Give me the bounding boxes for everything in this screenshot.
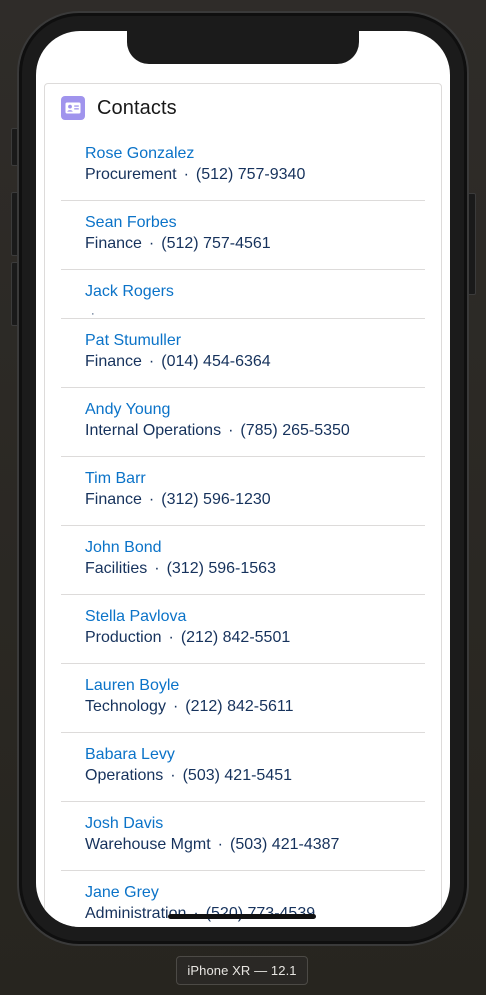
meta-separator: ·: [148, 235, 155, 252]
contact-meta: Operations · (503) 421-5451: [85, 765, 425, 787]
meta-separator: ·: [148, 353, 155, 370]
home-indicator[interactable]: [168, 914, 316, 919]
contact-meta: Finance · (512) 757-4561: [85, 233, 425, 255]
meta-separator: ·: [91, 308, 95, 320]
contact-phone: (312) 596-1230: [161, 491, 271, 508]
list-item[interactable]: Tim Barr Finance · (312) 596-1230: [61, 457, 425, 526]
contact-phone: (512) 757-9340: [195, 166, 306, 183]
contact-card-icon: [61, 96, 85, 120]
contact-meta: Procurement · (512) 757-9340: [85, 164, 425, 186]
phone-screen: Contacts Rose Gonzalez Procurement · (512) …: [36, 31, 450, 927]
contact-meta: Finance · (014) 454-6364: [85, 351, 425, 373]
list-item[interactable]: Lauren Boyle Technology · (212) 842-5611: [61, 664, 425, 733]
contact-list: Rose Gonzalez Procurement · (512) 757-9340 S…: [61, 132, 425, 927]
contact-meta: Finance · (312) 596-1230: [85, 489, 425, 511]
contact-phone: (785) 265-5350: [240, 422, 350, 439]
contact-phone: (312) 596-1563: [166, 560, 276, 577]
contact-phone: (503) 421-5451: [182, 767, 293, 784]
contact-department: Finance: [85, 353, 142, 370]
contact-phone: (212) 842-5501: [180, 629, 291, 646]
contact-phone: (014) 454-6364: [161, 353, 271, 370]
contact-name-link[interactable]: Jane Grey: [85, 883, 425, 903]
contact-department: Operations: [85, 767, 164, 784]
contact-name-link[interactable]: John Bond: [85, 538, 425, 558]
meta-separator: ·: [228, 422, 234, 439]
contact-name-link[interactable]: Sean Forbes: [85, 213, 425, 233]
simulator-stage: Contacts Rose Gonzalez Procurement · (512) …: [0, 0, 486, 995]
meta-separator: ·: [172, 698, 179, 715]
contact-department: Finance: [85, 491, 142, 508]
contact-meta: Production · (212) 842-5501: [85, 627, 425, 649]
list-item[interactable]: Stella Pavlova Production · (212) 842-5501: [61, 595, 425, 664]
meta-separator: ·: [154, 560, 160, 577]
list-item[interactable]: Rose Gonzalez Procurement · (512) 757-9340: [61, 132, 425, 201]
list-item[interactable]: Pat Stumuller Finance · (014) 454-6364: [61, 319, 425, 388]
meta-separator: ·: [217, 836, 223, 853]
contacts-card: Contacts Rose Gonzalez Procurement · (512) …: [44, 83, 442, 927]
card-header: Contacts: [45, 84, 441, 132]
contact-department: Production: [85, 629, 162, 646]
contact-name-link[interactable]: Stella Pavlova: [85, 607, 425, 627]
meta-separator: ·: [148, 491, 155, 508]
contact-name-link[interactable]: Andy Young: [85, 400, 425, 420]
contact-meta: Technology · (212) 842-5611: [85, 696, 425, 718]
contact-department: Procurement: [85, 166, 177, 183]
contact-name-link[interactable]: Babara Levy: [85, 745, 425, 765]
contact-meta: Facilities · (312) 596-1563: [85, 558, 425, 580]
card-title: Contacts: [97, 96, 177, 119]
list-item[interactable]: Josh Davis Warehouse Mgmt · (503) 421-4387: [61, 802, 425, 871]
contact-name-link[interactable]: Lauren Boyle: [85, 676, 425, 696]
list-item[interactable]: Babara Levy Operations · (503) 421-5451: [61, 733, 425, 802]
contact-name-link[interactable]: Josh Davis: [85, 814, 425, 834]
contact-name-link[interactable]: Jack Rogers: [85, 282, 425, 302]
device-label: iPhone XR — 12.1: [176, 956, 308, 985]
contact-meta: Warehouse Mgmt · (503) 421-4387: [85, 834, 425, 856]
meta-separator: ·: [168, 629, 174, 646]
list-item[interactable]: Sean Forbes Finance · (512) 757-4561: [61, 201, 425, 270]
list-item[interactable]: John Bond Facilities · (312) 596-1563: [61, 526, 425, 595]
contact-meta: Internal Operations · (785) 265-5350: [85, 420, 425, 442]
contact-department: Technology: [85, 698, 166, 715]
contact-phone: (503) 421-4387: [230, 836, 340, 853]
contact-department: Internal Operations: [85, 422, 222, 439]
contact-department: Warehouse Mgmt: [85, 836, 211, 853]
contact-phone: (212) 842-5611: [185, 698, 294, 715]
list-item[interactable]: Jack Rogers ·: [61, 270, 425, 320]
list-item[interactable]: Andy Young Internal Operations · (785) 265-…: [61, 388, 425, 457]
contact-name-link[interactable]: Tim Barr: [85, 469, 425, 489]
contact-name-link[interactable]: Rose Gonzalez: [85, 144, 425, 164]
notch: [127, 31, 359, 64]
contact-department: Finance: [85, 235, 142, 252]
contact-department: Facilities: [85, 560, 148, 577]
meta-separator: ·: [183, 166, 189, 183]
contact-name-link[interactable]: Pat Stumuller: [85, 331, 425, 351]
meta-separator: ·: [170, 767, 176, 784]
contact-phone: (512) 757-4561: [161, 235, 271, 252]
